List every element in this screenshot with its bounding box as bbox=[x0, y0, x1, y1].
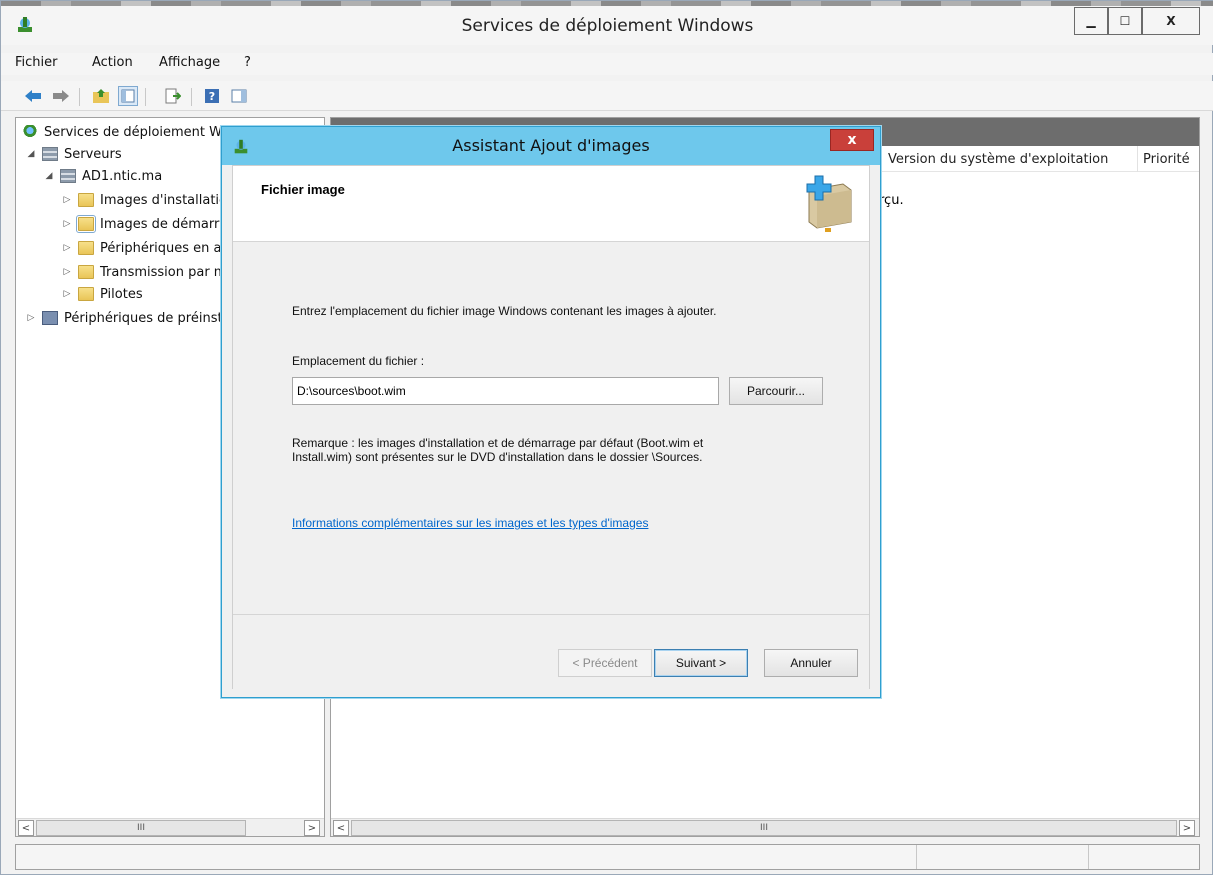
pending-devices-icon bbox=[78, 241, 94, 255]
wizard-body: Entrez l'emplacement du fichier image Wi… bbox=[233, 242, 869, 614]
tree-horizontal-scrollbar[interactable]: < III > bbox=[16, 818, 324, 836]
drivers-icon bbox=[78, 287, 94, 301]
folder-icon bbox=[78, 193, 94, 207]
window-title: Services de déploiement Windows bbox=[461, 16, 754, 36]
tree-label: Pilotes bbox=[100, 286, 143, 302]
toolbar-separator bbox=[145, 88, 146, 106]
toolbar: ? bbox=[1, 81, 1213, 111]
tree-item-install-images[interactable]: ▷ Images d'installation bbox=[62, 190, 236, 210]
menu-action[interactable]: Action bbox=[92, 55, 133, 70]
scroll-right-button[interactable]: > bbox=[304, 820, 320, 836]
server-group-icon bbox=[42, 147, 58, 161]
collapsed-arrow-icon[interactable]: ▷ bbox=[62, 289, 72, 299]
help-icon[interactable]: ? bbox=[202, 86, 222, 106]
tree-item-drivers[interactable]: ▷ Pilotes bbox=[62, 284, 143, 304]
dialog-close-button[interactable]: x bbox=[830, 129, 874, 151]
tree-label: AD1.ntic.ma bbox=[82, 168, 163, 184]
toolbar-separator bbox=[191, 88, 192, 106]
expanded-arrow-icon[interactable]: ◢ bbox=[26, 149, 36, 159]
tree-label: Images d'installation bbox=[100, 192, 236, 208]
wizard-page: Fichier image Entrez l'emplacement du fi… bbox=[232, 165, 870, 690]
dialog-title: Assistant Ajout d'images bbox=[452, 136, 650, 155]
status-divider bbox=[1088, 845, 1089, 869]
menu-view[interactable]: Affichage bbox=[159, 55, 220, 70]
multicast-icon bbox=[78, 265, 94, 279]
cancel-button[interactable]: Annuler bbox=[764, 649, 858, 677]
boot-folder-icon bbox=[76, 215, 96, 233]
status-divider bbox=[916, 845, 917, 869]
close-button[interactable]: X bbox=[1142, 7, 1200, 35]
more-info-link-wrap: Informations complémentaires sur les ima… bbox=[292, 516, 648, 530]
menu-help[interactable]: ? bbox=[244, 55, 251, 70]
menu-bar: Fichier Action Affichage ? bbox=[1, 53, 1213, 75]
server-icon bbox=[60, 169, 76, 183]
tree-label: Serveurs bbox=[64, 146, 122, 162]
up-folder-icon[interactable] bbox=[91, 86, 111, 106]
location-label: Emplacement du fichier : bbox=[292, 354, 425, 368]
forward-arrow-icon[interactable] bbox=[51, 86, 71, 106]
previous-button[interactable]: < Précédent bbox=[558, 649, 652, 677]
page-heading: Fichier image bbox=[261, 182, 345, 197]
title-bar: Services de déploiement Windows ▁ ☐ X bbox=[1, 1, 1213, 45]
export-list-icon[interactable] bbox=[163, 86, 183, 106]
scroll-thumb[interactable]: III bbox=[351, 820, 1177, 836]
prestaged-devices-icon bbox=[42, 311, 58, 325]
more-info-link[interactable]: Informations complémentaires sur les ima… bbox=[292, 516, 648, 530]
collapsed-arrow-icon[interactable]: ▷ bbox=[62, 219, 72, 229]
instruction-text: Entrez l'emplacement du fichier image Wi… bbox=[292, 304, 717, 318]
tree-item-server[interactable]: ◢ AD1.ntic.ma bbox=[44, 166, 163, 186]
collapsed-arrow-icon[interactable]: ▷ bbox=[62, 267, 72, 277]
menu-file[interactable]: Fichier bbox=[15, 55, 58, 70]
wizard-header: Fichier image bbox=[233, 166, 869, 242]
status-bar bbox=[15, 844, 1200, 870]
results-horizontal-scrollbar[interactable]: < III > bbox=[331, 818, 1199, 836]
scroll-left-button[interactable]: < bbox=[18, 820, 34, 836]
note-line-1: Remarque : les images d'installation et … bbox=[292, 436, 704, 450]
add-image-wizard-dialog: Assistant Ajout d'images x Fichier image… bbox=[221, 126, 881, 698]
action-pane-icon[interactable] bbox=[229, 86, 249, 106]
note-line-2: Install.wim) sont présentes sur le DVD d… bbox=[292, 450, 703, 464]
column-header-os-version[interactable]: Version du système d'exploitation bbox=[888, 152, 1108, 167]
collapsed-arrow-icon[interactable]: ▷ bbox=[26, 313, 36, 323]
svg-text:?: ? bbox=[209, 90, 215, 103]
next-button[interactable]: Suivant > bbox=[654, 649, 748, 677]
collapsed-arrow-icon[interactable]: ▷ bbox=[62, 195, 72, 205]
background-strip bbox=[1, 1, 1213, 6]
dialog-title-bar: Assistant Ajout d'images x bbox=[222, 127, 880, 165]
wds-icon bbox=[22, 125, 38, 139]
scroll-left-button[interactable]: < bbox=[333, 820, 349, 836]
add-image-icon bbox=[806, 175, 852, 232]
toolbar-separator bbox=[79, 88, 80, 106]
show-hide-tree-icon[interactable] bbox=[118, 86, 138, 106]
file-location-input[interactable] bbox=[292, 377, 719, 405]
collapsed-arrow-icon[interactable]: ▷ bbox=[62, 243, 72, 253]
scroll-thumb[interactable]: III bbox=[36, 820, 246, 836]
column-separator[interactable] bbox=[1137, 146, 1138, 172]
scroll-right-button[interactable]: > bbox=[1179, 820, 1195, 836]
column-header-priority[interactable]: Priorité bbox=[1143, 152, 1190, 167]
browse-button[interactable]: Parcourir... bbox=[729, 377, 823, 405]
tree-item-servers[interactable]: ◢ Serveurs bbox=[26, 144, 122, 164]
minimize-button[interactable]: ▁ bbox=[1074, 7, 1108, 35]
expanded-arrow-icon[interactable]: ◢ bbox=[44, 171, 54, 181]
maximize-button[interactable]: ☐ bbox=[1108, 7, 1142, 35]
tree-item-boot-images[interactable]: ▷ Images de démarrage bbox=[62, 214, 244, 234]
empty-pane-message: rçu. bbox=[879, 193, 904, 208]
wizard-footer: < Précédent Suivant > Annuler bbox=[233, 614, 869, 690]
back-arrow-icon[interactable] bbox=[23, 86, 43, 106]
